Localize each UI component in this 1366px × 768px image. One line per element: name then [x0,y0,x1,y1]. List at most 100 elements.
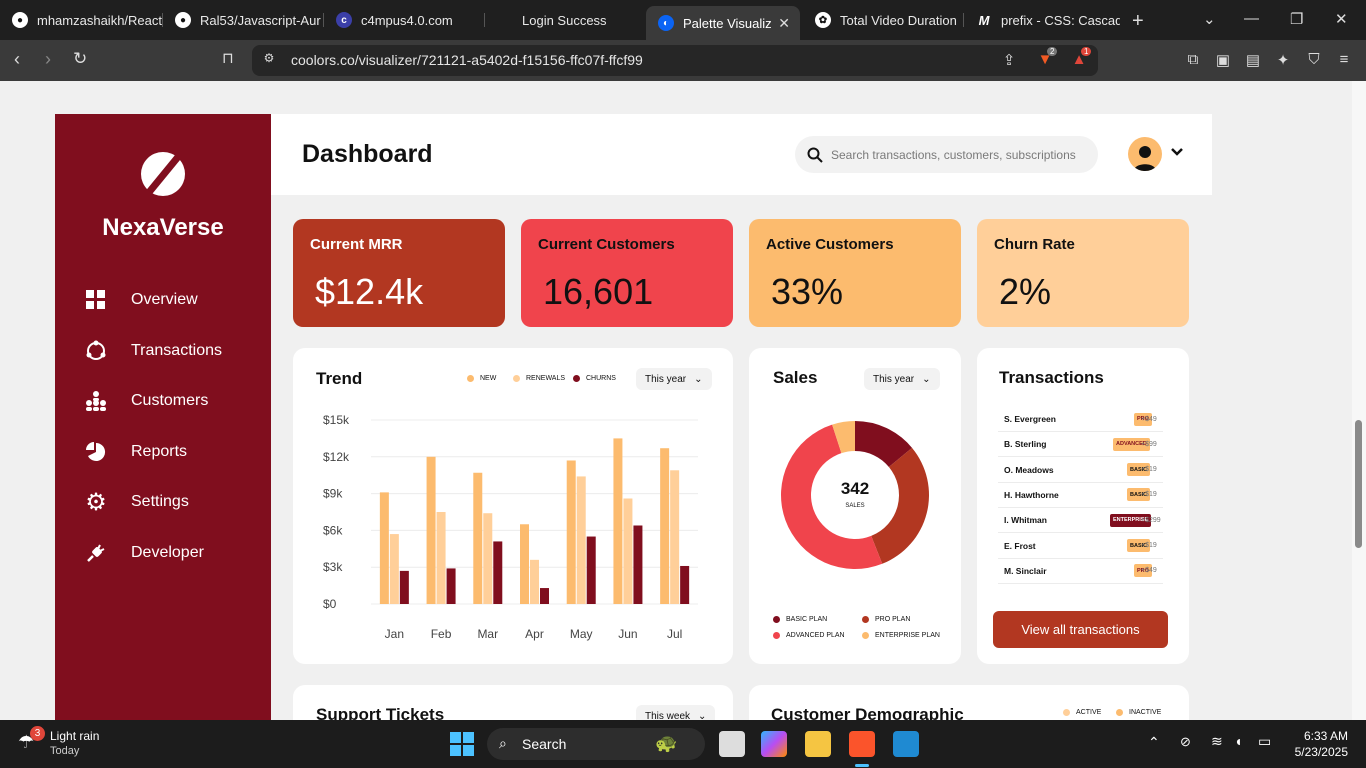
url-text[interactable]: coolors.co/visualizer/721121-a5402d-f151… [291,52,643,68]
bar-churns[interactable] [586,536,596,604]
y-tick-label: $12k [323,450,350,464]
bar-renewals[interactable] [389,534,399,604]
bar-renewals[interactable] [530,559,539,604]
sidebar-item-transactions[interactable]: Transactions [85,335,255,367]
x-tick-label: Apr [525,627,544,641]
wifi-icon[interactable]: ≋ [1211,733,1223,750]
clock-time[interactable]: 6:33 AM [1290,729,1348,743]
kpi-value: $12.4k [315,271,424,312]
search-input[interactable] [831,147,1091,162]
bar-renewals[interactable] [436,512,446,604]
bar-new[interactable] [473,472,483,604]
new-tab-button[interactable]: + [1132,10,1144,33]
bar-renewals[interactable] [576,476,586,604]
scrollbar-thumb[interactable] [1355,420,1362,548]
clock-date[interactable]: 5/23/2025 [1280,745,1348,759]
wallet-icon[interactable]: ▤ [1244,51,1262,69]
transaction-row[interactable]: H. Hawthorne BASIC +$19 [998,483,1163,508]
leo-ai-icon[interactable]: ✦ [1274,51,1292,69]
transaction-row[interactable]: B. Sterling ADVANCED +$99 [998,432,1163,458]
sidebar-icon[interactable]: ▣ [1214,51,1232,69]
menu-icon[interactable]: ≡ [1335,51,1353,69]
bar-churns[interactable] [540,588,549,604]
reload-icon[interactable]: ↻ [73,49,87,69]
forward-icon[interactable]: › [45,49,51,70]
vpn-icon[interactable]: ⛉ [1305,51,1323,69]
transaction-row[interactable]: E. Frost BASIC +$19 [998,534,1163,559]
bar-new[interactable] [520,524,529,604]
tab-title: Ral53/Javascript-Aur [200,12,321,28]
bar-new[interactable] [426,456,436,604]
legend-label: PRO PLAN [875,616,911,623]
turtle-icon: 🐢 [655,733,678,753]
transaction-name: M. Sinclair [1004,565,1047,576]
site-icon: c [336,12,352,28]
page-scrollbar[interactable] [1352,81,1366,720]
bar-renewals[interactable] [483,513,493,604]
transaction-amount: +$299 [1141,516,1161,524]
extensions-icon[interactable]: ⧉ [1184,51,1202,69]
y-tick-label: $15k [323,413,350,427]
active-app-indicator [855,764,869,767]
minimize-icon[interactable]: — [1244,10,1259,27]
chevron-down-icon[interactable] [1170,144,1184,161]
bar-churns[interactable] [399,570,409,604]
maximize-icon[interactable]: ❐ [1290,10,1303,28]
copilot-icon[interactable] [761,731,787,757]
transaction-row[interactable]: I. Whitman ENTERPRISE +$299 [998,508,1163,534]
user-icon [1134,146,1156,171]
taskbar-search[interactable]: ⌕ Search 🐢 [487,728,705,760]
weather-title[interactable]: Light rain [50,729,99,743]
search-box[interactable] [795,136,1098,173]
sidebar-item-settings[interactable]: ⚙ Settings [85,486,255,518]
bar-churns[interactable] [633,525,643,604]
transaction-row[interactable]: M. Sinclair PRO +$49 [998,559,1163,584]
bar-new[interactable] [379,492,389,604]
browser-tab[interactable]: ● Ral53/Javascript-Aur [163,0,323,40]
sidebar-item-developer[interactable]: Developer [85,537,255,569]
transaction-name: I. Whitman [1004,515,1047,526]
browser-tab-active[interactable]: ◐ Palette Visualizer ✕ [646,6,800,40]
bar-new[interactable] [566,460,576,604]
browser-tab[interactable]: ✿ Total Video Duration [803,0,963,40]
tab-search-icon[interactable]: ⌄ [1203,10,1216,28]
bar-churns[interactable] [493,541,503,604]
share-icon[interactable]: ⇪ [1000,51,1018,69]
browser-tab[interactable]: M prefix - CSS: Cascadin [964,0,1120,40]
bar-churns[interactable] [446,568,456,604]
bar-new[interactable] [660,448,670,604]
transaction-row[interactable]: S. Evergreen PRO +$49 [998,407,1163,432]
sidebar-item-customers[interactable]: Customers [85,385,255,417]
window-close-icon[interactable]: ✕ [1335,10,1348,28]
transaction-row[interactable]: O. Meadows BASIC +$19 [998,458,1163,483]
brave-browser-icon[interactable] [849,731,875,757]
bar-new[interactable] [613,438,623,604]
close-icon[interactable]: ✕ [778,15,790,32]
card-title: Support Tickets [316,705,445,720]
legend-item: ENTERPRISE PLAN [862,632,940,639]
avatar[interactable] [1128,137,1162,171]
bar-renewals[interactable] [623,498,633,604]
battery-icon[interactable]: ▭ [1258,733,1271,750]
vscode-icon[interactable] [893,731,919,757]
file-explorer-icon[interactable] [805,731,831,757]
view-all-transactions-button[interactable]: View all transactions [993,611,1168,648]
task-view-icon[interactable] [719,731,745,757]
chevron-up-icon[interactable]: ⌃ [1148,734,1160,751]
bar-renewals[interactable] [670,470,680,604]
sidebar-item-overview[interactable]: Overview [85,284,255,316]
sidebar-item-reports[interactable]: Reports [85,436,255,468]
main-header: Dashboard [271,114,1212,195]
network-off-icon[interactable]: ⊘ [1180,734,1191,750]
site-settings-icon[interactable]: ⚙ [260,51,278,69]
period-dropdown[interactable]: This week ⌄ [636,705,716,720]
bookmark-icon[interactable]: ⊓ [222,49,234,67]
tab-title: Login Success [522,12,607,28]
browser-tab[interactable]: c c4mpus4.0.com [324,0,484,40]
back-icon[interactable]: ‹ [14,49,20,70]
browser-tab[interactable]: ● mhamzashaikh/React [0,0,162,40]
bar-churns[interactable] [680,565,690,604]
browser-tab[interactable]: Login Success [485,0,645,40]
windows-start-icon[interactable] [449,731,475,757]
volume-icon[interactable]: ◖ [1234,733,1242,749]
